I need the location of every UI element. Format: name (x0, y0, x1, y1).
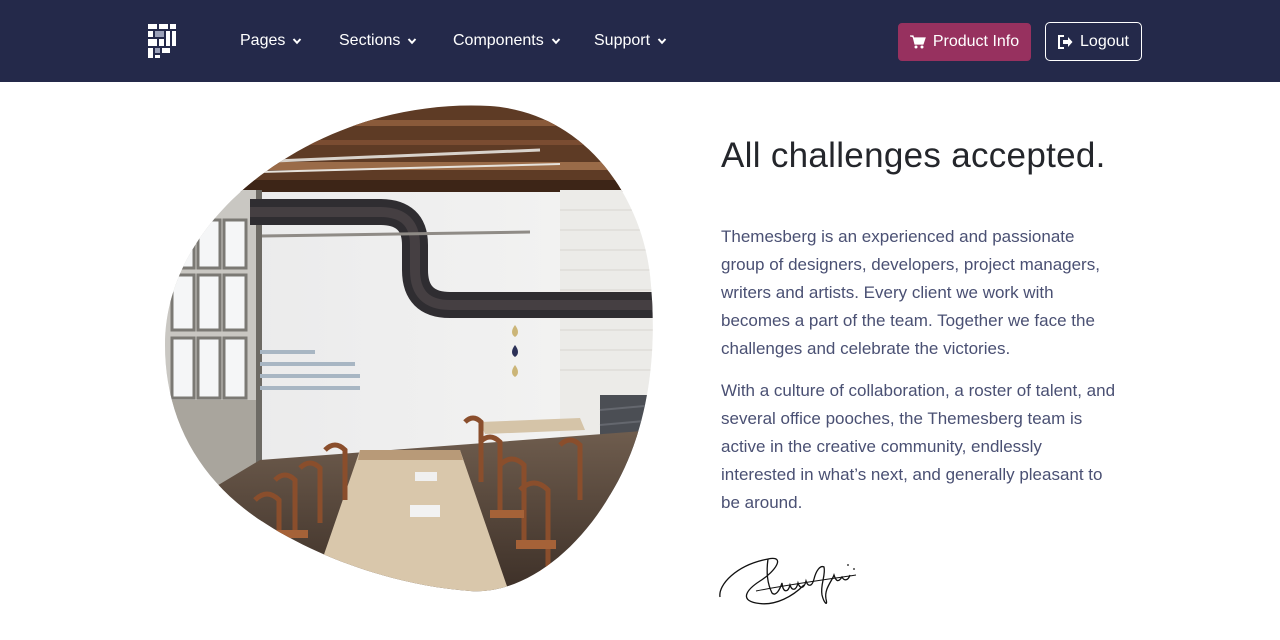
handwritten-signature (719, 557, 857, 605)
product-info-label: Product Info (932, 33, 1020, 50)
nav-sections-label: Sections (339, 32, 401, 49)
logout-button[interactable]: Logout (1045, 22, 1142, 61)
nav-support-label: Support (594, 32, 651, 49)
logout-label: Logout (1080, 32, 1129, 50)
sign-out-icon (1058, 34, 1073, 49)
intro-paragraph: Themesberg is an experienced and passion… (721, 227, 1100, 358)
nav-support[interactable]: Support (594, 30, 667, 52)
section-heading: All challenges accepted. (721, 136, 1106, 175)
top-navbar: Pages Sections Components Support Produc… (0, 0, 1280, 82)
nav-pages[interactable]: Pages (240, 30, 302, 52)
nav-components[interactable]: Components (453, 30, 561, 52)
nav-pages-label: Pages (240, 32, 286, 49)
chevron-down-icon (551, 38, 560, 45)
office-photo (165, 105, 653, 592)
culture-paragraph: With a culture of collaboration, a roste… (721, 381, 1116, 512)
nav-sections[interactable]: Sections (339, 30, 417, 52)
chevron-down-icon (293, 38, 302, 45)
chevron-down-icon (657, 38, 667, 45)
chevron-down-icon (408, 38, 417, 45)
cart-icon (909, 35, 926, 49)
nav-components-label: Components (453, 32, 544, 49)
product-info-button[interactable]: Product Info (898, 23, 1031, 61)
brand-logo-icon[interactable] (146, 22, 178, 60)
